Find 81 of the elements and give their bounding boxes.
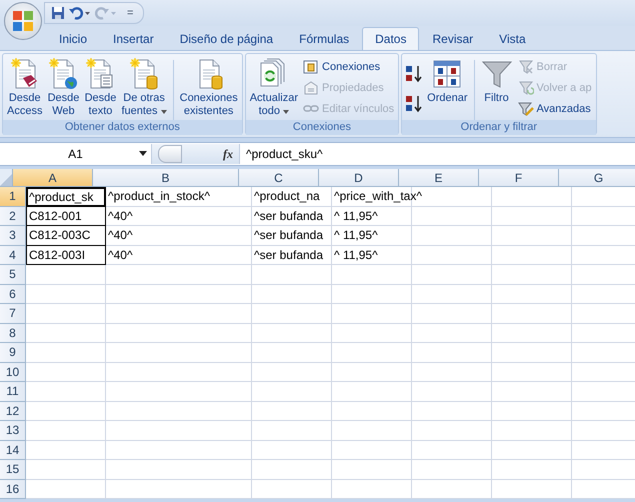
cell-text: ^ 11,95^ bbox=[334, 228, 378, 242]
group-label: Ordenar y filtrar bbox=[402, 120, 596, 135]
ribbon-button[interactable]: Ordenar bbox=[425, 56, 470, 107]
funnel-pencil-icon bbox=[518, 101, 534, 117]
caret-icon bbox=[160, 110, 167, 114]
office-button[interactable] bbox=[4, 2, 42, 40]
ribbon-tab[interactable]: Insertar bbox=[100, 27, 167, 50]
triangle-icon bbox=[0, 174, 12, 186]
ribbon-tab[interactable]: Vista bbox=[486, 27, 539, 50]
database-document-icon bbox=[128, 58, 160, 90]
cell-text: ^40^ bbox=[108, 208, 133, 223]
row-header[interactable]: 13 bbox=[0, 421, 26, 440]
column-header[interactable]: E bbox=[399, 169, 479, 187]
ribbon-tab[interactable]: Inicio bbox=[46, 27, 100, 50]
ribbon-button[interactable]: Filtro bbox=[478, 56, 515, 107]
row-header[interactable]: 15 bbox=[0, 460, 26, 480]
cell-text: ^ 11,95^ bbox=[334, 248, 378, 262]
ribbon-button[interactable]: Avanzadas bbox=[516, 99, 594, 119]
ribbon-tab[interactable]: Revisar bbox=[419, 27, 486, 50]
resize-handle[interactable] bbox=[158, 145, 182, 163]
group-label: Conexiones bbox=[246, 120, 398, 135]
column-header[interactable]: G bbox=[559, 169, 635, 187]
row-header[interactable]: 10 bbox=[0, 362, 26, 382]
row-header[interactable]: 8 bbox=[0, 324, 26, 343]
cell-text: C812-003I bbox=[29, 248, 86, 262]
properties-icon bbox=[303, 80, 320, 96]
row-header[interactable]: 7 bbox=[0, 304, 26, 324]
cell-text: ^price_with_tax^ bbox=[334, 189, 422, 204]
column-header[interactable]: B bbox=[93, 169, 239, 187]
cell-text: C812-001 bbox=[29, 208, 82, 223]
row-header[interactable]: 4 bbox=[0, 246, 26, 265]
formula-field[interactable]: ^product_sku^ bbox=[240, 147, 323, 161]
ribbon-button[interactable]: Desde texto bbox=[82, 56, 118, 120]
cell-text: ^ser bufanda bbox=[254, 228, 324, 242]
four-squares-icon bbox=[11, 9, 35, 33]
ribbon-button[interactable]: Desde Web bbox=[45, 56, 82, 120]
column-header[interactable]: D bbox=[319, 169, 399, 187]
ribbon-button[interactable]: Desde Access bbox=[5, 56, 44, 120]
ribbon-tab[interactable]: Fórmulas bbox=[286, 27, 362, 50]
cell-text: ^product_na bbox=[254, 189, 320, 204]
row-header[interactable]: 16 bbox=[0, 480, 26, 499]
cell-text: ^product_sk bbox=[29, 190, 94, 204]
ribbon-button[interactable]: Conexiones existentes bbox=[178, 56, 240, 120]
save-icon[interactable] bbox=[51, 6, 65, 20]
column-header[interactable]: A bbox=[13, 169, 93, 187]
row-header[interactable]: 1 bbox=[0, 187, 26, 206]
ribbon-tab[interactable]: Diseño de página bbox=[166, 27, 286, 50]
undo-icon[interactable] bbox=[69, 6, 91, 20]
cell-text: ^ 11,95^ bbox=[334, 208, 378, 223]
cell-text: C812-003C bbox=[29, 228, 90, 242]
ribbon-button[interactable]: De otras fuentes bbox=[119, 56, 169, 120]
row-header[interactable]: 9 bbox=[0, 343, 26, 362]
funnel-reapply-icon bbox=[518, 80, 534, 96]
sort-grid-icon bbox=[431, 58, 464, 90]
cell-text: ^ser bufanda bbox=[254, 208, 324, 223]
cell-text: ^product_in_stock^ bbox=[108, 189, 210, 204]
cell-text: ^40^ bbox=[108, 228, 133, 242]
row-header[interactable]: 11 bbox=[0, 382, 26, 402]
funnel-clear-icon bbox=[518, 59, 534, 75]
ribbon-button[interactable]: Conexiones bbox=[301, 57, 396, 77]
cell-text: ^ser bufanda bbox=[254, 248, 324, 262]
column-header[interactable]: F bbox=[479, 169, 559, 187]
row-header[interactable]: 2 bbox=[0, 206, 26, 226]
customize-toolbar-button[interactable]: = bbox=[127, 7, 134, 19]
insert-function-button[interactable]: fx bbox=[223, 146, 233, 162]
ribbon-button[interactable]: Actualizar todo bbox=[248, 56, 300, 120]
row-header[interactable]: 14 bbox=[0, 440, 26, 460]
ribbon-tab[interactable]: Datos bbox=[362, 27, 420, 50]
row-header[interactable]: 5 bbox=[0, 265, 26, 284]
connections-icon bbox=[303, 59, 320, 75]
sort-descending-icon[interactable] bbox=[404, 94, 424, 114]
row-header[interactable]: 3 bbox=[0, 226, 26, 246]
group-label: Obtener datos externos bbox=[3, 120, 242, 135]
cell-text: ^40^ bbox=[108, 248, 133, 262]
caret-icon bbox=[139, 151, 147, 156]
caret-icon bbox=[283, 110, 290, 114]
sort-ascending-icon[interactable] bbox=[404, 64, 424, 84]
row-header[interactable]: 12 bbox=[0, 402, 26, 421]
globe-document-icon bbox=[47, 58, 80, 90]
row-header[interactable]: 6 bbox=[0, 284, 26, 304]
column-header[interactable]: C bbox=[239, 169, 319, 187]
